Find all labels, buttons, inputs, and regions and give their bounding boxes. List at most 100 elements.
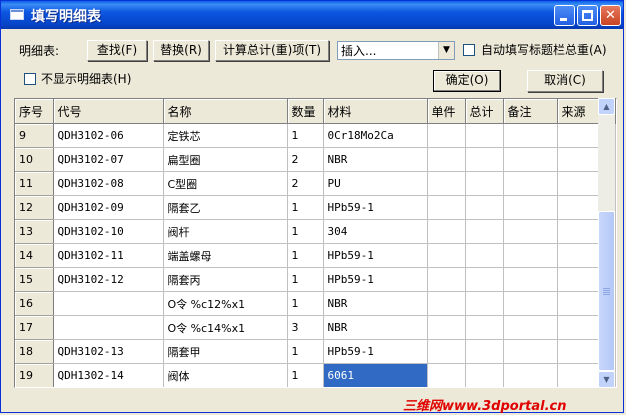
cell-material[interactable]: HPb59-1 (323, 267, 428, 292)
cell-total-weight[interactable] (465, 219, 504, 244)
cell-unit-weight[interactable] (427, 171, 466, 196)
table-row[interactable]: 16 O令 %c12%x1 1 NBR (15, 291, 616, 316)
maximize-button[interactable] (577, 5, 598, 26)
cell-remark[interactable] (503, 219, 558, 244)
chevron-down-icon[interactable]: ▼ (438, 42, 454, 59)
minimize-button[interactable] (554, 5, 575, 26)
row-number[interactable]: 10 (15, 147, 54, 172)
row-number[interactable]: 9 (15, 123, 54, 148)
cell-name[interactable]: 隔套丙 (163, 267, 288, 292)
table-row[interactable]: 10 QDH3102-07 扁型圈 2 NBR (15, 147, 616, 172)
cell-name[interactable]: O令 %c14%x1 (163, 315, 288, 340)
cell-material[interactable]: 0Cr18Mo2Ca (323, 123, 428, 148)
cell-material[interactable]: 6061 (323, 363, 428, 387)
row-number[interactable]: 19 (15, 363, 54, 387)
row-number[interactable]: 11 (15, 171, 54, 196)
column-header-material[interactable]: 材料 (323, 99, 428, 124)
cell-qty[interactable]: 1 (287, 219, 324, 244)
insert-select[interactable]: 插入... ▼ (337, 41, 455, 60)
cell-total-weight[interactable] (465, 123, 504, 148)
cell-code[interactable]: QDH3102-12 (53, 267, 164, 292)
cell-qty[interactable]: 1 (287, 243, 324, 268)
cell-code[interactable]: QDH1302-14 (53, 363, 164, 387)
auto-fill-checkbox[interactable] (463, 44, 475, 56)
cell-remark[interactable] (503, 315, 558, 340)
cell-code[interactable]: QDH3102-13 (53, 339, 164, 364)
cell-name[interactable]: 定铁芯 (163, 123, 288, 148)
cell-unit-weight[interactable] (427, 243, 466, 268)
cell-unit-weight[interactable] (427, 315, 466, 340)
table-row[interactable]: 15 QDH3102-12 隔套丙 1 HPb59-1 (15, 267, 616, 292)
vertical-scrollbar[interactable]: ▲ ▼ (598, 98, 615, 388)
cell-unit-weight[interactable] (427, 339, 466, 364)
table-row[interactable]: 11 QDH3102-08 C型圈 2 PU (15, 171, 616, 196)
cell-code[interactable]: QDH3102-10 (53, 219, 164, 244)
cell-total-weight[interactable] (465, 195, 504, 220)
table-row[interactable]: 19 QDH1302-14 阀体 1 6061 (15, 363, 616, 387)
table-row[interactable]: 12 QDH3102-09 隔套乙 1 HPb59-1 (15, 195, 616, 220)
find-button[interactable]: 查找(F) (87, 40, 147, 61)
scroll-thumb[interactable] (598, 211, 615, 371)
cell-total-weight[interactable] (465, 243, 504, 268)
cell-code[interactable]: QDH3102-09 (53, 195, 164, 220)
cell-remark[interactable] (503, 123, 558, 148)
column-header-name[interactable]: 名称 (163, 99, 288, 124)
cell-code[interactable] (53, 315, 164, 340)
row-number[interactable]: 14 (15, 243, 54, 268)
cell-remark[interactable] (503, 363, 558, 387)
cell-qty[interactable]: 2 (287, 171, 324, 196)
cell-total-weight[interactable] (465, 339, 504, 364)
cell-remark[interactable] (503, 171, 558, 196)
cell-qty[interactable]: 3 (287, 315, 324, 340)
column-header-unit-weight[interactable]: 单件 (427, 99, 466, 124)
cell-total-weight[interactable] (465, 147, 504, 172)
cell-total-weight[interactable] (465, 291, 504, 316)
cell-material[interactable]: NBR (323, 147, 428, 172)
scroll-up-button[interactable]: ▲ (598, 98, 615, 115)
cell-total-weight[interactable] (465, 267, 504, 292)
cell-name[interactable]: 端盖螺母 (163, 243, 288, 268)
cell-qty[interactable]: 1 (287, 123, 324, 148)
cell-name[interactable]: 阀体 (163, 363, 288, 387)
cell-code[interactable]: QDH3102-07 (53, 147, 164, 172)
cell-code[interactable]: QDH3102-06 (53, 123, 164, 148)
cell-name[interactable]: 阀杆 (163, 219, 288, 244)
cell-total-weight[interactable] (465, 171, 504, 196)
table-row[interactable]: 13 QDH3102-10 阀杆 1 304 (15, 219, 616, 244)
cell-total-weight[interactable] (465, 315, 504, 340)
close-button[interactable]: ✕ (600, 5, 621, 26)
cell-material[interactable]: PU (323, 171, 428, 196)
row-number[interactable]: 15 (15, 267, 54, 292)
row-number[interactable]: 16 (15, 291, 54, 316)
cell-qty[interactable]: 2 (287, 147, 324, 172)
column-header-seq[interactable]: 序号 (15, 99, 54, 124)
cell-remark[interactable] (503, 339, 558, 364)
cell-material[interactable]: HPb59-1 (323, 243, 428, 268)
cell-remark[interactable] (503, 267, 558, 292)
cell-material[interactable]: HPb59-1 (323, 339, 428, 364)
cell-unit-weight[interactable] (427, 123, 466, 148)
cell-name[interactable]: 隔套乙 (163, 195, 288, 220)
cell-name[interactable]: 隔套甲 (163, 339, 288, 364)
cell-code[interactable]: QDH3102-11 (53, 243, 164, 268)
hide-table-checkbox[interactable] (24, 73, 36, 85)
cell-unit-weight[interactable] (427, 195, 466, 220)
row-number[interactable]: 12 (15, 195, 54, 220)
table-row[interactable]: 18 QDH3102-13 隔套甲 1 HPb59-1 (15, 339, 616, 364)
cell-qty[interactable]: 1 (287, 363, 324, 387)
title-bar[interactable]: 填写明细表 ✕ (1, 1, 623, 29)
column-header-remark[interactable]: 备注 (503, 99, 558, 124)
cell-name[interactable]: 扁型圈 (163, 147, 288, 172)
calc-total-button[interactable]: 计算总计(重)项(T) (215, 40, 329, 61)
row-number[interactable]: 17 (15, 315, 54, 340)
ok-button[interactable]: 确定(O) (433, 70, 501, 92)
cell-material[interactable]: NBR (323, 291, 428, 316)
row-number[interactable]: 13 (15, 219, 54, 244)
cell-qty[interactable]: 1 (287, 195, 324, 220)
cell-code[interactable]: QDH3102-08 (53, 171, 164, 196)
table-row[interactable]: 9 QDH3102-06 定铁芯 1 0Cr18Mo2Ca (15, 123, 616, 148)
table-row[interactable]: 17 O令 %c14%x1 3 NBR (15, 315, 616, 340)
cell-material[interactable]: NBR (323, 315, 428, 340)
column-header-code[interactable]: 代号 (53, 99, 164, 124)
row-number[interactable]: 18 (15, 339, 54, 364)
